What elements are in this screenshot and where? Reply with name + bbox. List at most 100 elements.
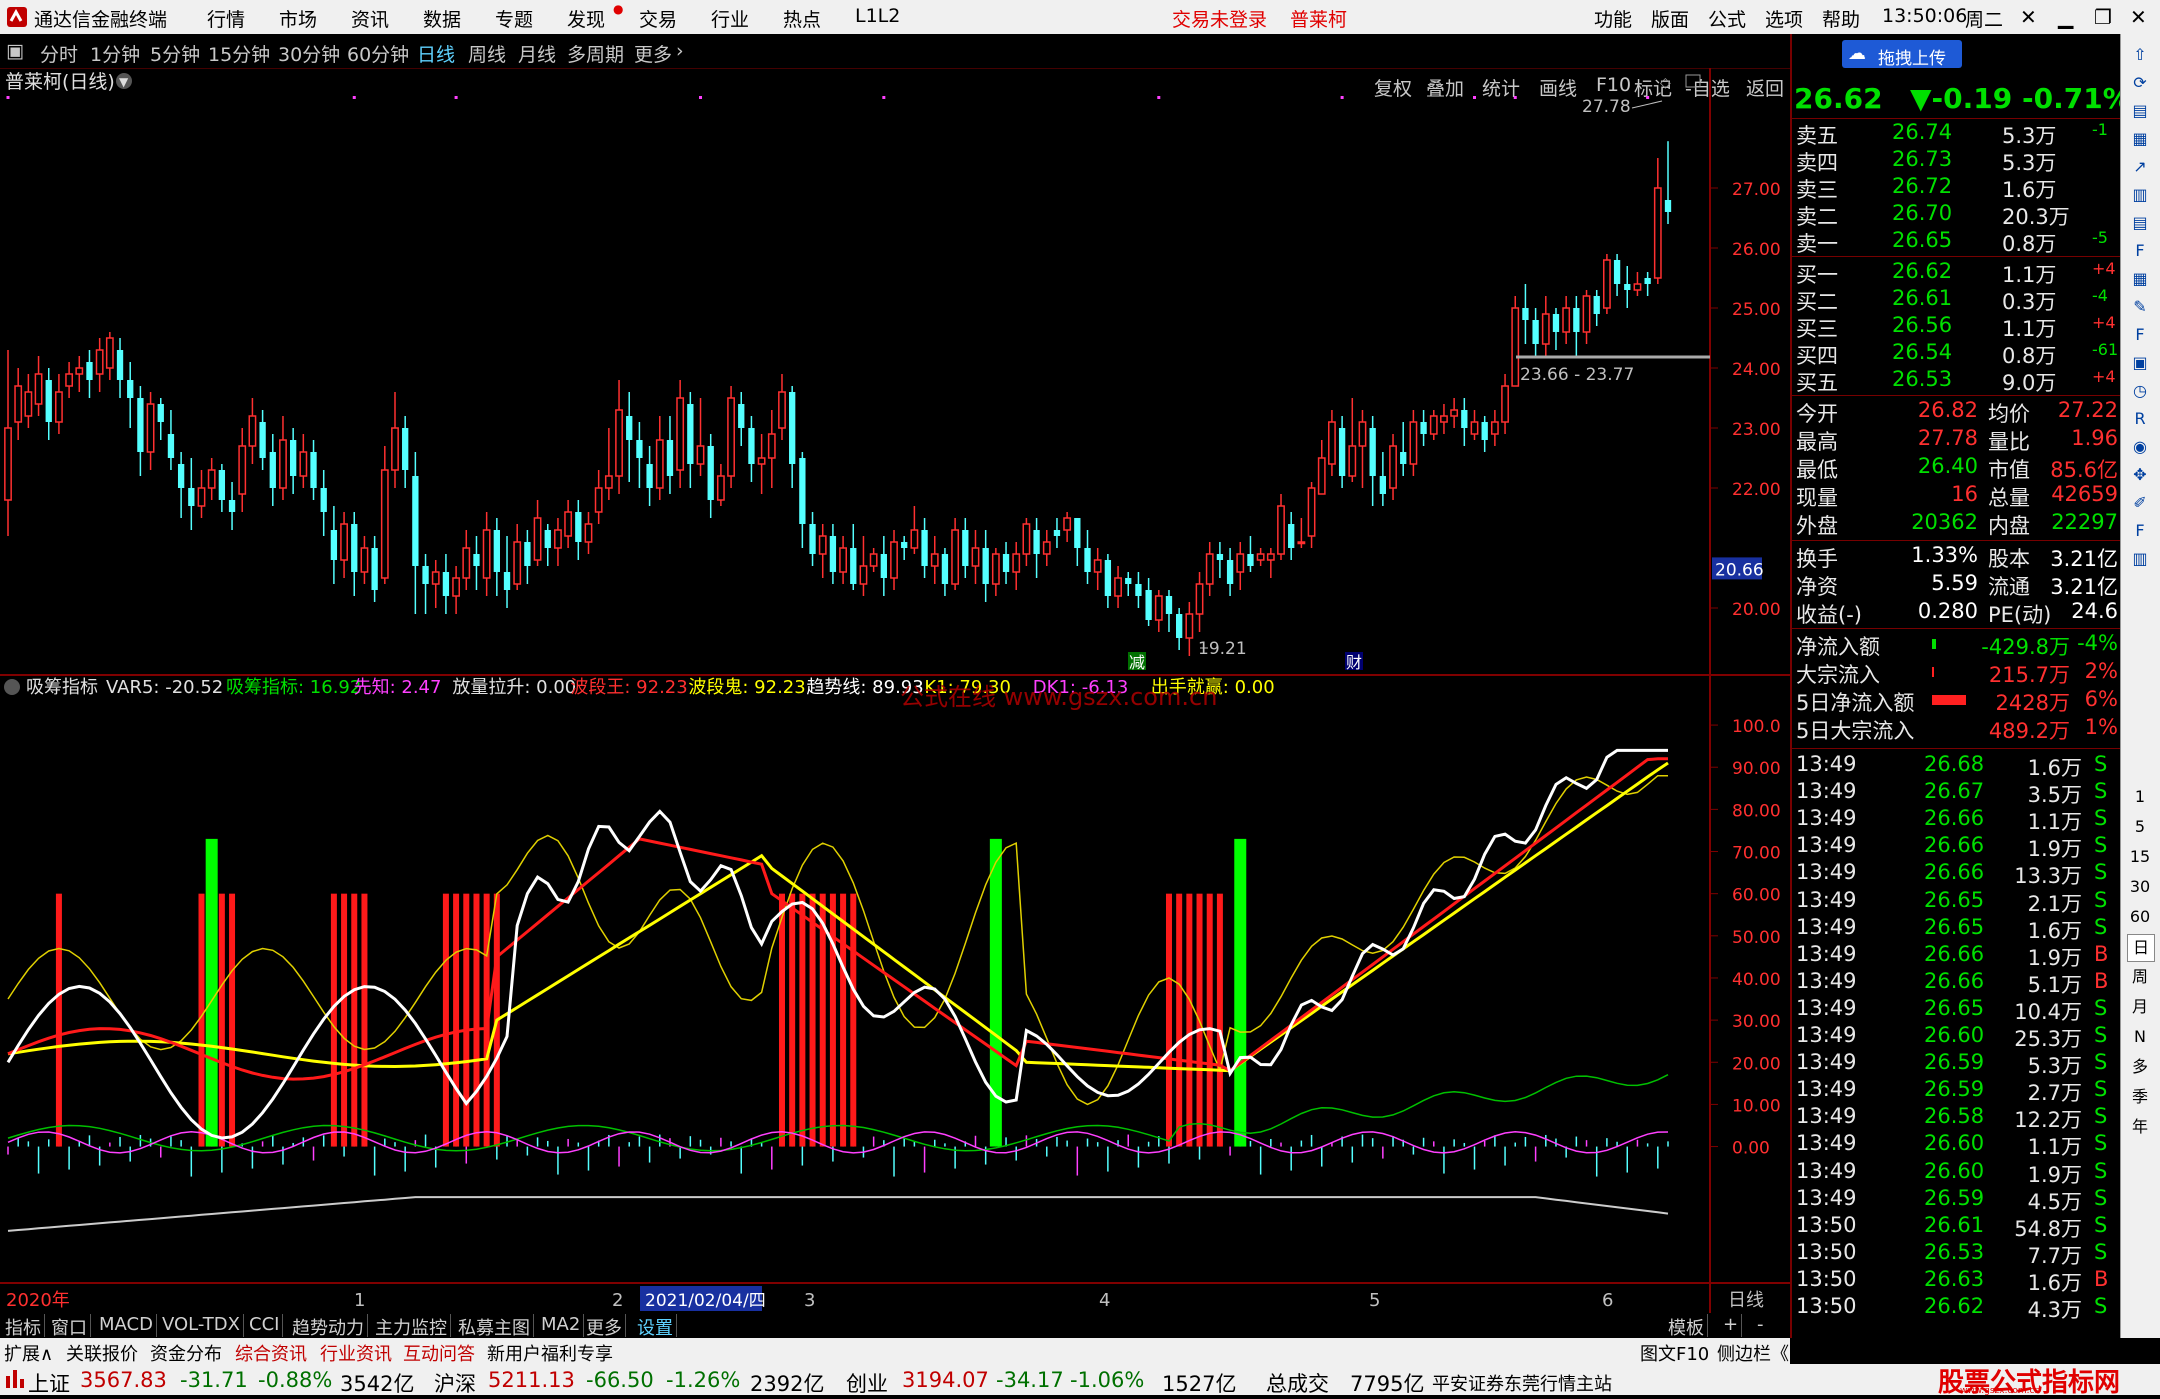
kline-chart[interactable]: 普莱柯(日线) ▼ ◇ 27.00 26.00 25.00 24.00 23.00 22.… — [0, 68, 1790, 1313]
upload-button[interactable]: ☁ 拖拽上传 — [1842, 40, 1962, 69]
period-shortcut-0[interactable]: 1 — [2127, 784, 2153, 810]
menu-shichang[interactable]: 市场 — [279, 5, 317, 32]
menu-zixun[interactable]: 资讯 — [351, 5, 389, 32]
f10-icon[interactable]: F — [2127, 238, 2153, 264]
clock-icon[interactable]: ◷ — [2127, 378, 2153, 404]
menu-banmian[interactable]: 版面 — [1651, 5, 1689, 32]
tab-new-user[interactable]: 新用户福利专享 — [487, 1340, 613, 1366]
menu-bangzhu[interactable]: 帮助 — [1822, 5, 1860, 32]
tab-related-quotes[interactable]: 关联报价 — [66, 1340, 138, 1366]
tab-more[interactable]: 更多 — [583, 1314, 626, 1339]
layout-icon[interactable]: ▣ — [2127, 350, 2153, 376]
tab-cci[interactable]: CCI — [246, 1314, 284, 1337]
buy-level-price: 26.54 — [1892, 340, 1953, 364]
panel-toggle-icon[interactable]: ▣ — [6, 40, 24, 62]
close-window-icon[interactable]: ✕ — [2130, 5, 2147, 29]
period-60min[interactable]: 60分钟 — [347, 40, 409, 67]
menu-redian[interactable]: 热点 — [783, 5, 821, 32]
up-arrow-icon[interactable]: ⇧ — [2127, 42, 2153, 68]
chart-icon[interactable]: ↗ — [2127, 154, 2153, 180]
period-30min[interactable]: 30分钟 — [278, 40, 340, 67]
bars-icon[interactable]: ▥ — [2127, 546, 2153, 572]
grid-icon[interactable]: ▥ — [2127, 182, 2153, 208]
tab-simu[interactable]: 私募主图 — [455, 1314, 534, 1339]
tab-qushi[interactable]: 趋势动力 — [289, 1314, 368, 1339]
tab-industry-news[interactable]: 行业资讯 — [320, 1340, 392, 1366]
bar-icon[interactable]: ▦ — [2127, 126, 2153, 152]
candle-body — [951, 529, 960, 585]
fs-icon[interactable]: F — [2127, 518, 2153, 544]
menu-gongshi[interactable]: 公式 — [1708, 5, 1746, 32]
tab-qa[interactable]: 互动问答 — [403, 1340, 475, 1366]
tab-fund-dist[interactable]: 资金分布 — [150, 1340, 222, 1366]
tab-xi[interactable]: 细 — [1885, 1340, 1903, 1366]
window-toggle-icon[interactable] — [1685, 74, 1701, 88]
period-15min[interactable]: 15分钟 — [208, 40, 270, 67]
refresh-icon[interactable]: ⟳ — [2127, 70, 2153, 96]
tab-zhibiao[interactable]: 指标 — [2, 1314, 45, 1339]
period-shortcut-1[interactable]: 5 — [2127, 814, 2153, 840]
period-multi[interactable]: 多周期 — [567, 40, 624, 67]
doc-icon[interactable]: ▤ — [2127, 210, 2153, 236]
f2-icon[interactable]: F — [2127, 322, 2153, 348]
period-shortcut-5[interactable]: 日 — [2127, 934, 2155, 962]
menu-zhuanti[interactable]: 专题 — [495, 5, 533, 32]
tab-expand[interactable]: 扩展∧ — [4, 1340, 53, 1366]
menu-l1l2[interactable]: L1L2 — [855, 5, 900, 27]
menu-shuju[interactable]: 数据 — [423, 5, 461, 32]
pen-icon[interactable]: ✎ — [2127, 294, 2153, 320]
tab-f10-graphic[interactable]: 图文F10 — [1640, 1340, 1709, 1366]
template-button[interactable]: 模板 — [1665, 1314, 1708, 1339]
period-shortcut-4[interactable]: 60 — [2127, 904, 2153, 930]
eye-icon[interactable]: ◉ — [2127, 434, 2153, 460]
tab-jia[interactable]: 价 — [1840, 1340, 1858, 1366]
menu-xuanxiang[interactable]: 选项 — [1765, 5, 1803, 32]
book-icon[interactable]: ▦ — [2127, 266, 2153, 292]
remove-tab-button[interactable]: - — [1754, 1314, 1767, 1337]
chart-area[interactable]: 普莱柯(日线) ▼ ◇ 27.00 26.00 25.00 24.00 23.00 22.… — [0, 68, 1790, 1313]
index-sh-name[interactable]: 上证 — [28, 1368, 70, 1398]
period-shortcut-3[interactable]: 30 — [2127, 874, 2153, 900]
period-shortcut-7[interactable]: 月 — [2127, 994, 2153, 1020]
tab-news[interactable]: 综合资讯 — [235, 1340, 307, 1366]
rsi-icon[interactable]: R — [2127, 406, 2153, 432]
menu-jiaoyi[interactable]: 交易 — [639, 5, 677, 32]
menu-hangye[interactable]: 行业 — [711, 5, 749, 32]
tab-ma2[interactable]: MA2 — [538, 1314, 585, 1337]
menu-faxian[interactable]: 发现 — [567, 5, 605, 32]
tab-settings[interactable]: 设置 — [634, 1314, 677, 1339]
period-1min[interactable]: 1分钟 — [90, 40, 140, 67]
period-more[interactable]: 更多 — [634, 40, 672, 67]
tab-zhuli[interactable]: 主力监控 — [372, 1314, 451, 1339]
list-icon[interactable]: ▤ — [2127, 98, 2153, 124]
period-shortcut-10[interactable]: 季 — [2127, 1084, 2153, 1110]
tab-bi[interactable]: 笔 — [1800, 1340, 1818, 1366]
close-app-icon[interactable]: ✕ — [2020, 5, 2037, 29]
index-hs-name[interactable]: 沪深 — [434, 1368, 476, 1398]
login-status[interactable]: 交易未登录 — [1172, 5, 1267, 32]
menu-hangqing[interactable]: 行情 — [207, 5, 245, 32]
move-icon[interactable]: ✥ — [2127, 462, 2153, 488]
minimize-icon[interactable]: ▁ — [2058, 5, 2073, 29]
index-cy-name[interactable]: 创业 — [846, 1368, 888, 1398]
period-shortcut-8[interactable]: N — [2127, 1024, 2153, 1050]
period-shortcut-9[interactable]: 多 — [2127, 1054, 2153, 1080]
period-shortcut-6[interactable]: 周 — [2127, 964, 2153, 990]
brush-icon[interactable]: ✐ — [2127, 490, 2153, 516]
tab-macd[interactable]: MACD — [96, 1314, 157, 1337]
period-monthly[interactable]: 月线 — [518, 40, 556, 67]
tab-sidebar[interactable]: 侧边栏《 — [1717, 1340, 1789, 1366]
period-daily[interactable]: 日线 — [417, 40, 455, 67]
tab-vol-tdx[interactable]: VOL-TDX — [159, 1314, 244, 1337]
period-fenshi[interactable]: 分时 — [40, 40, 78, 67]
period-5min[interactable]: 5分钟 — [150, 40, 200, 67]
menu-gongneng[interactable]: 功能 — [1594, 5, 1632, 32]
broker-server[interactable]: 平安证券东莞行情主站 — [1432, 1370, 1612, 1396]
period-shortcut-2[interactable]: 15 — [2127, 844, 2153, 870]
tab-chuangkou[interactable]: 窗口 — [48, 1314, 91, 1339]
add-tab-button[interactable]: + — [1720, 1314, 1743, 1337]
period-shortcut-11[interactable]: 年 — [2127, 1114, 2153, 1140]
period-weekly[interactable]: 周线 — [468, 40, 506, 67]
indicator-options-icon[interactable] — [4, 679, 20, 695]
restore-icon[interactable]: ❐ — [2094, 5, 2112, 29]
